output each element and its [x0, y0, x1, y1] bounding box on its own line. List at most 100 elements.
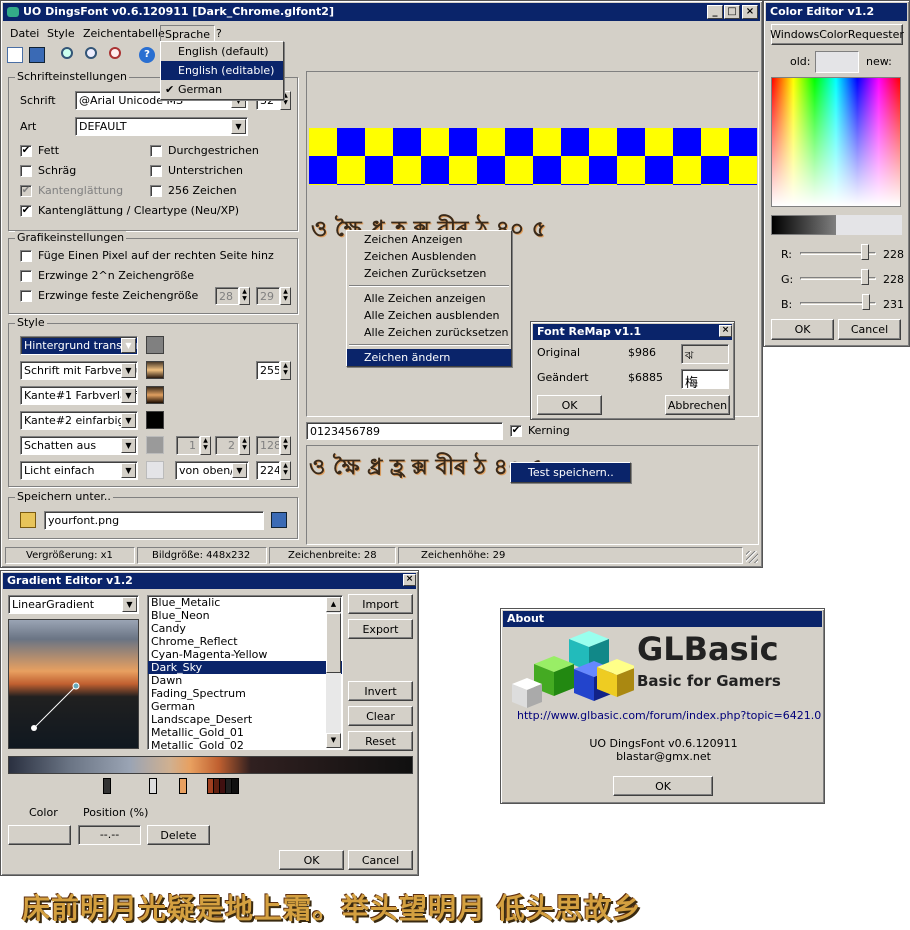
color-cancel-button[interactable]: Cancel [838, 319, 901, 340]
about-title[interactable]: About [503, 611, 822, 627]
changed-char-field[interactable]: 梅 [681, 369, 729, 389]
list-item[interactable]: Metallic_Gold_02 [148, 739, 342, 749]
list-item[interactable]: Blue_Neon [148, 609, 342, 622]
ctx-reset-char[interactable]: Zeichen Zurücksetzen [347, 265, 511, 282]
color-spectrum[interactable] [771, 77, 901, 207]
fixed-width-field[interactable]: 28 [215, 287, 239, 305]
close-button[interactable]: × [742, 5, 758, 19]
background-combo[interactable]: Hintergrund transparent▼ [20, 336, 138, 355]
blue-slider-thumb[interactable] [862, 294, 870, 310]
light-value-spin[interactable]: ▲ ▼ [280, 461, 291, 480]
menu-zeichentabelle[interactable]: Zeichentabelle [83, 27, 165, 40]
zoom-out-icon[interactable] [109, 47, 121, 59]
forum-link[interactable]: http://www.glbasic.com/forum/index.php?t… [517, 709, 821, 722]
ctx-hide-char[interactable]: Zeichen Ausblenden [347, 248, 511, 265]
light-value-field[interactable]: 224 [256, 461, 280, 480]
list-scrollbar[interactable]: ▲ ▼ [326, 597, 341, 748]
preview-text-input[interactable]: 0123456789 [306, 422, 503, 440]
export-button[interactable]: Export [348, 619, 413, 639]
list-item[interactable]: Fading_Spectrum [148, 687, 342, 700]
gradient-stop-markers[interactable] [103, 778, 243, 796]
position-field[interactable]: --.-- [78, 825, 141, 845]
edge1-combo[interactable]: Kante#1 Farbverlauf ▼ [20, 386, 138, 405]
list-item-selected[interactable]: Dark_Sky [148, 661, 342, 674]
edge2-combo[interactable]: Kante#2 einfarbig ▼ [20, 411, 138, 430]
underline-checkbox[interactable]: Unterstrichen [150, 164, 243, 177]
resize-grip-icon[interactable] [746, 551, 758, 563]
close-icon[interactable]: × [403, 574, 416, 586]
scroll-down-icon[interactable]: ▼ [326, 733, 341, 748]
invert-button[interactable]: Invert [348, 681, 413, 701]
ctx-hide-all[interactable]: Alle Zeichen ausblenden [347, 307, 511, 324]
green-slider-thumb[interactable] [861, 269, 869, 285]
list-item[interactable]: Candy [148, 622, 342, 635]
folder-icon[interactable] [20, 512, 36, 528]
strike-checkbox[interactable]: Durchgestrichen [150, 144, 259, 157]
shadow-color-swatch[interactable] [146, 436, 164, 454]
list-item[interactable]: Dawn [148, 674, 342, 687]
save-icon[interactable] [29, 47, 45, 63]
font-gradient-swatch[interactable] [146, 361, 164, 379]
bold-checkbox[interactable]: ✔ Fett [20, 144, 59, 157]
shadow-combo[interactable]: Schatten aus ▼ [20, 436, 138, 455]
stop-marker[interactable] [179, 778, 187, 794]
gradient-preview[interactable] [8, 619, 139, 749]
list-item[interactable]: Chrome_Reflect [148, 635, 342, 648]
stop-marker[interactable] [231, 778, 239, 794]
maximize-button[interactable]: □ [724, 5, 740, 19]
cleartype-checkbox[interactable]: ✔ Kantenglättung / Cleartype (Neu/XP) [20, 204, 239, 217]
menu-style[interactable]: Style [47, 27, 75, 40]
minimize-button[interactable]: _ [707, 5, 723, 19]
list-item[interactable]: Blue_Metalic [148, 596, 342, 609]
ctx-change-char[interactable]: Zeichen ändern [347, 349, 511, 366]
gradient-editor-title[interactable]: Gradient Editor v1.2 [3, 573, 416, 589]
256-chars-checkbox[interactable]: 256 Zeichen [150, 184, 237, 197]
new-file-icon[interactable] [7, 47, 23, 63]
shadow-y-spin[interactable]: ▲ ▼ [239, 436, 250, 455]
test-save-item[interactable]: Test speichern.. [511, 463, 630, 482]
stop-marker[interactable] [103, 778, 111, 794]
save-disk-icon[interactable] [271, 512, 287, 528]
font-alpha-spin[interactable]: ▲ ▼ [280, 361, 291, 380]
stop-color-button[interactable] [8, 825, 71, 845]
antialias-checkbox[interactable]: ✔ Kantenglättung [20, 184, 123, 197]
gradient-type-combo[interactable]: LinearGradient ▼ [8, 595, 139, 614]
import-button[interactable]: Import [348, 594, 413, 614]
remap-title-bar[interactable]: Font ReMap v1.1 [533, 324, 732, 340]
reset-button[interactable]: Reset [348, 731, 413, 751]
font-alpha-field[interactable]: 255 [256, 361, 280, 380]
shadow-alpha-spin[interactable]: ▲ ▼ [280, 436, 291, 455]
scroll-up-icon[interactable]: ▲ [326, 597, 341, 612]
background-color-swatch[interactable] [146, 336, 164, 354]
gradient-ok-button[interactable]: OK [279, 850, 344, 870]
windows-color-requester-button[interactable]: WindowsColorRequester [770, 24, 904, 45]
light-combo[interactable]: Licht einfach ▼ [20, 461, 138, 480]
lang-german[interactable]: ✔ German [161, 80, 283, 99]
italic-checkbox[interactable]: Schräg [20, 164, 76, 177]
fixed-height-field[interactable]: 29 [256, 287, 280, 305]
ctx-show-char[interactable]: Zeichen Anzeigen [347, 231, 511, 248]
shadow-alpha-field[interactable]: 128 [256, 436, 280, 455]
scroll-thumb[interactable] [326, 613, 341, 673]
delete-stop-button[interactable]: Delete [147, 825, 210, 845]
remap-cancel-button[interactable]: Abbrechen [665, 395, 730, 415]
shadow-x-field[interactable]: 1 [176, 436, 200, 455]
lang-english-default[interactable]: English (default) [161, 42, 283, 61]
list-item[interactable]: Metallic_Gold_01 [148, 726, 342, 739]
pixel-right-checkbox[interactable]: Füge Einen Pixel auf der rechten Seite h… [20, 249, 274, 262]
menu-datei[interactable]: Datei [10, 27, 39, 40]
list-item[interactable]: Cyan-Magenta-Yellow [148, 648, 342, 661]
list-item[interactable]: German [148, 700, 342, 713]
shadow-y-field[interactable]: 2 [215, 436, 239, 455]
color-editor-title[interactable]: Color Editor v1.2 [766, 3, 907, 21]
list-item[interactable]: Landscape_Desert [148, 713, 342, 726]
ctx-show-all[interactable]: Alle Zeichen anzeigen [347, 290, 511, 307]
font-style-combo[interactable]: Schrift mit Farbverlauf ▼ [20, 361, 138, 380]
about-ok-button[interactable]: OK [613, 776, 713, 796]
remap-ok-button[interactable]: OK [537, 395, 602, 415]
lang-english-editable[interactable]: English (editable) [161, 61, 283, 80]
clear-button[interactable]: Clear [348, 706, 413, 726]
gradient-direction-handle[interactable] [9, 620, 140, 750]
ctx-reset-all[interactable]: Alle Zeichen zurücksetzen [347, 324, 511, 341]
light-direction-combo[interactable]: von oben/links▼ [175, 461, 249, 480]
